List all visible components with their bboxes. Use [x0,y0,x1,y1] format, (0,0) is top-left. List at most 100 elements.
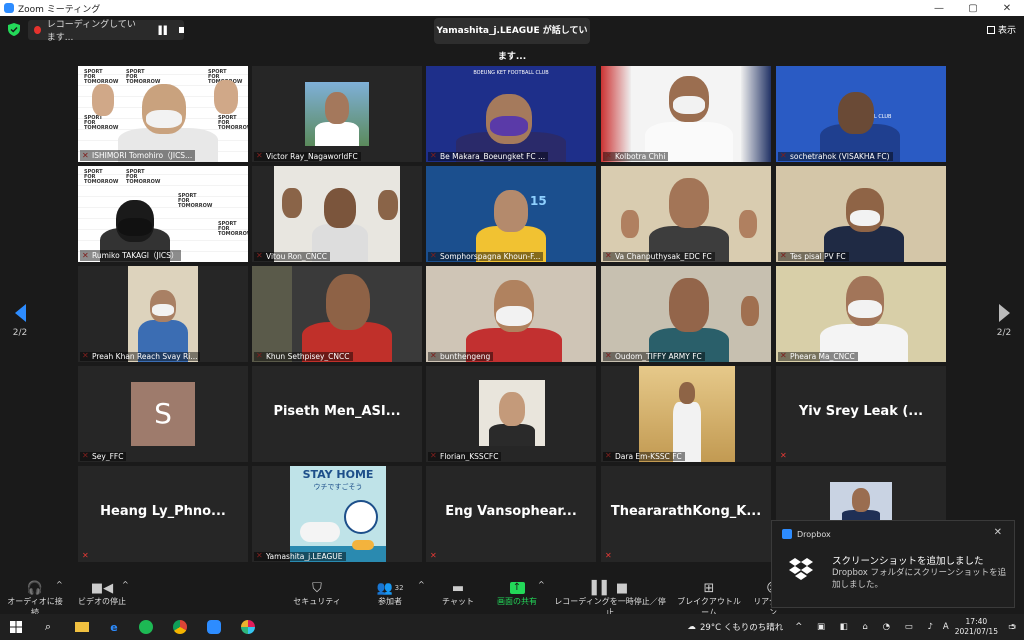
audio-options-caret-icon[interactable]: ^ [56,580,63,589]
avatar: S [131,382,195,446]
participant-tile[interactable]: ✕ Tes pisal PV FC [776,166,946,262]
clock[interactable]: 17:40 2021/07/15 [955,617,998,637]
breakout-rooms-button[interactable]: ⊞ ブレイクアウトルーム [674,580,744,618]
participant-tile[interactable]: ✕ Preah Khan Reach Svay Ri... [78,266,248,362]
windows-start-icon[interactable] [8,619,24,635]
participant-photo [479,380,545,446]
participant-tile[interactable]: ✕ Pheara Ma_CNCC [776,266,946,362]
security-button[interactable]: ⛉ セキュリティ [290,580,344,607]
participant-display-name: Yiv Srey Leak (... [798,404,924,419]
page-indicator-left: 2/2 [12,328,28,338]
stop-recording-icon[interactable] [178,27,184,33]
participant-tile[interactable]: ✕ Florian_KSSCFC [426,366,596,462]
participant-tile[interactable]: Heang Ly_Phno... ✕ [78,466,248,562]
encryption-shield-icon[interactable] [8,23,20,36]
participant-tile[interactable]: ✕ Dara Em-KSSC FC [601,366,771,462]
spotify-icon[interactable] [138,619,154,635]
weather-icon: ☁ [687,622,697,632]
participant-name: Preah Khan Reach Svay Ri... [80,352,201,361]
dropbox-logo-icon [789,558,813,580]
participant-tile[interactable]: ✕ Khun Sethpisey_CNCC [252,266,422,362]
page-indicator-right: 2/2 [996,328,1012,338]
view-label: 表示 [997,26,1016,36]
participant-tile[interactable]: ✕ Kolbotra Chhi [601,66,771,162]
close-notification-button[interactable]: ✕ [994,527,1002,538]
breakout-grid-icon: ⊞ [703,580,715,596]
share-options-caret-icon[interactable]: ^ [538,580,545,589]
recording-indicator: レコーディングしています... ▌▌ [28,20,184,43]
next-page-button[interactable]: 2/2 [992,304,1016,338]
edge-browser-icon[interactable]: e [106,619,122,635]
shield-icon: ⛉ [312,580,322,596]
participants-icon: 👥 32 [376,580,404,596]
pause-stop-recording-button[interactable]: ▌▌ ■ レコーディングを一時停止／停止 [552,580,668,618]
ime-indicator[interactable]: A [943,622,949,632]
participant-tile[interactable]: ✕ bunthengeng [426,266,596,362]
participant-tile[interactable]: SPORT FOR TOMORROW SPORT FOR TOMORROW SPORT F… [78,166,248,262]
participant-name: bunthengeng [428,352,494,361]
participant-tile[interactable]: SPORT FOR TOMORROW SPORT FOR TOMORROW SPORT F… [78,66,248,162]
participant-name: Tes pisal PV FC [778,252,849,261]
muted-mic-icon: ✕ [780,451,787,460]
participant-name: ISHIMORI Tomohiro（JICS... [80,150,196,161]
participants-options-caret-icon[interactable]: ^ [418,580,425,589]
participant-tile[interactable]: 15 ✕ Somphorspagna Khoun-F... [426,166,596,262]
participant-name: Vitou Ron_CNCC [254,252,331,261]
participant-name: Victor Ray_NagaworldFC [254,152,361,161]
participant-tile[interactable]: ✕ Oudom_TIFFY ARMY FC [601,266,771,362]
participant-name: Dara Em-KSSC FC [603,452,685,461]
participant-photo [305,82,369,146]
participant-name: Oudom_TIFFY ARMY FC [603,352,705,361]
participant-tile[interactable]: BOEUNG KET FOOTBALL CLUB ✕ Be Makara_Boe… [426,66,596,162]
dropbox-notification[interactable]: Dropbox ✕ スクリーンショットを追加しました Dropbox フォルダに… [771,520,1015,608]
chat-button[interactable]: ▬ チャット [436,580,480,607]
share-screen-button[interactable]: ↑ 画面の共有 [492,580,542,607]
system-tray: ☁ 29°C くもりのち晴れ ^ ▣ ◧ ⌂ ◔ ▭ ♪ A 17:40 202… [688,614,1024,640]
pause-stop-icon: ▌▌ ■ [591,580,629,596]
app-taskbar-icon[interactable] [240,619,256,635]
participant-video [274,166,400,262]
previous-page-button[interactable]: 2/2 [8,304,32,338]
notification-header: Dropbox [782,529,831,539]
meeting-top-strip: レコーディングしています... ▌▌ Yamashita_j.LEAGUE が話… [0,16,1024,62]
right-arrow-icon [998,304,1010,322]
participant-tile[interactable]: Piseth Men_ASI... [252,366,422,462]
chrome-icon[interactable] [172,619,188,635]
participant-tile[interactable]: ✕ Va Chanputhysak_EDC FC [601,166,771,262]
notification-message: Dropbox フォルダにスクリーンショットを追加しました。 [832,568,1007,590]
view-button[interactable]: 表示 [986,23,1016,36]
zoom-taskbar-icon[interactable] [206,619,222,635]
maximize-button[interactable]: ▢ [956,3,990,14]
participant-tile[interactable]: TheararathKong_K... ✕ [601,466,771,562]
file-explorer-icon[interactable] [74,619,90,635]
dropbox-small-icon [782,529,792,539]
tray-icons[interactable]: ^ ▣ ◧ ⌂ ◔ ▭ ♪ [795,622,939,632]
weather-text[interactable]: 29°C くもりのち晴れ [700,621,783,633]
participant-tile[interactable]: Eng Vansophear... ✕ [426,466,596,562]
search-icon[interactable]: ⌕ [40,619,56,635]
participant-tile[interactable]: STAY HOME ウチですごそう ✕ Yamashita_j.LEAGUE [252,466,422,562]
participant-tile[interactable]: ✕ Victor Ray_NagaworldFC [252,66,422,162]
muted-mic-icon: ✕ [82,551,89,560]
muted-mic-icon: ✕ [605,551,612,560]
zoom-app-icon [4,3,14,13]
stay-home-poster: STAY HOME ウチですごそう [290,466,386,562]
participant-display-name: Heang Ly_Phno... [100,504,226,519]
video-options-caret-icon[interactable]: ^ [122,580,129,589]
participant-tile[interactable]: FOOTBALL CLUB ✕ sochetrahok (VISAKHA FC) [776,66,946,162]
windows-taskbar: ⌕ e ☁ 29°C くもりのち晴れ ^ ▣ ◧ ⌂ ◔ ▭ ♪ A 17:40… [0,614,1024,640]
participants-button[interactable]: 👥 32 参加者 [364,580,416,607]
participant-tile[interactable]: S ✕ Sey_FFC [78,366,248,462]
participant-tile[interactable]: ✕ Vitou Ron_CNCC [252,166,422,262]
close-window-button[interactable]: ✕ [990,3,1024,14]
pause-recording-icon[interactable]: ▌▌ [159,26,170,35]
notification-center-icon[interactable]: ▭ 5 [1008,622,1016,632]
share-screen-icon: ↑ [492,580,542,596]
participant-name: Sey_FFC [80,452,127,461]
boeungket-banner: BOEUNG KET FOOTBALL CLUB [473,70,549,76]
participant-tile[interactable]: Yiv Srey Leak (... ✕ [776,366,946,462]
participant-photo [639,366,735,462]
recording-dot-icon [34,26,41,34]
participant-name: sochetrahok (VISAKHA FC) [778,152,893,161]
minimize-button[interactable]: — [922,3,956,14]
